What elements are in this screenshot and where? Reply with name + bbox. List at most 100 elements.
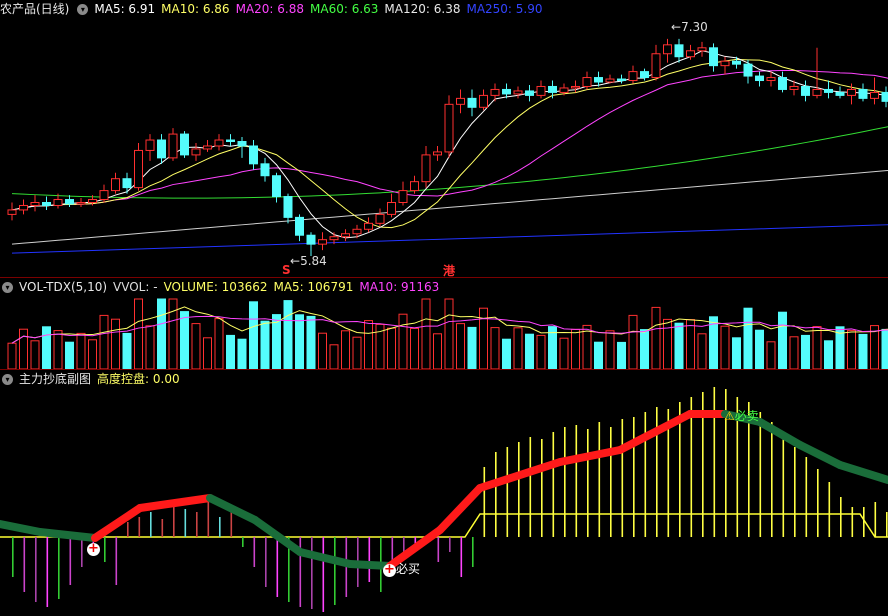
candle-body (743, 63, 753, 77)
price-panel[interactable]: 农产品(日线) ▾ MA5: 6.91 MA10: 6.86 MA20: 6.88 MA6… (0, 0, 888, 278)
histogram-line (311, 537, 313, 609)
histogram-line (621, 419, 624, 537)
volume-panel[interactable]: ▾ VOL-TDX(5,10) VVOL: - VOLUME: 103662 MA5: … (0, 278, 888, 370)
buy-signal-1: + (87, 541, 100, 556)
settings-circle-icon[interactable]: ▾ (2, 374, 13, 385)
volume-bar (237, 338, 247, 370)
candle-body (283, 196, 293, 218)
histogram-line (598, 422, 601, 537)
candle-body (778, 77, 787, 90)
histogram-line (115, 537, 118, 585)
histogram-line (334, 537, 336, 605)
histogram-line (817, 469, 819, 537)
histogram-line (587, 429, 589, 537)
candle-body (111, 178, 120, 192)
ma20-label: MA20: 6.88 (235, 2, 304, 16)
low-price-value: 5.84 (300, 254, 327, 268)
price-chart[interactable] (0, 0, 888, 278)
histogram-line (58, 537, 60, 599)
histogram-line (575, 425, 578, 537)
candle-body (732, 60, 741, 65)
volume-bar (628, 314, 638, 370)
volume-bar (525, 333, 534, 370)
histogram-line (276, 537, 279, 597)
candle-body (329, 236, 339, 241)
volume-bar (214, 318, 224, 370)
candle-body (42, 202, 51, 206)
candle-body (272, 175, 281, 198)
volume-bar (53, 330, 63, 370)
candle-body (536, 85, 546, 96)
ma60-label: MA60: 6.63 (310, 2, 379, 16)
settings-circle-icon[interactable]: ▾ (2, 282, 13, 293)
volume-bar (801, 334, 810, 370)
candle-body (870, 91, 879, 99)
volume-bar (329, 344, 339, 370)
volume-bar (697, 333, 707, 370)
candle-body (571, 85, 580, 89)
histogram-line (104, 537, 106, 562)
candle-body (548, 85, 557, 93)
histogram-line (184, 509, 187, 537)
volume-bar (605, 330, 615, 370)
volume-bar (30, 340, 40, 370)
candle-body (237, 141, 247, 147)
candle-body (168, 133, 178, 159)
histogram-line (506, 447, 509, 537)
volume-bar (352, 336, 362, 370)
ma10-label: MA10: 6.86 (161, 2, 230, 16)
candle-body (387, 202, 396, 215)
histogram-line (368, 537, 371, 582)
histogram-line (782, 432, 785, 537)
histogram-line (759, 412, 762, 537)
histogram-line (138, 517, 141, 537)
sell-signal-icon: ⚠ (724, 409, 735, 423)
volume-bar (789, 336, 799, 370)
histogram-line (207, 502, 210, 537)
volume-bar (249, 301, 258, 370)
histogram-line (886, 512, 888, 537)
histogram-line (805, 457, 808, 537)
histogram-line (253, 537, 256, 567)
volume-bar (295, 314, 304, 370)
histogram-line (23, 537, 26, 592)
candle-body (191, 148, 201, 156)
histogram-line (322, 537, 325, 612)
volume-bar (318, 332, 327, 370)
candle-body (214, 139, 224, 147)
volume-bar (111, 318, 120, 370)
histogram-line (610, 427, 612, 537)
candle-body (594, 77, 603, 83)
volume-panel-header: ▾ VOL-TDX(5,10) VVOL: - VOLUME: 103662 MA5: … (0, 278, 445, 296)
volume-bar (582, 324, 592, 370)
histogram-line (794, 447, 796, 537)
candle-body (605, 78, 615, 83)
indicator-title: 主力抄底副图 (19, 372, 92, 386)
candle-body (824, 88, 833, 93)
price-panel-header: 农产品(日线) ▾ MA5: 6.91 MA10: 6.86 MA20: 6.88 MA6… (0, 0, 549, 18)
candle-body (697, 47, 707, 52)
volume-bar (755, 329, 764, 370)
ma120-line (11, 169, 888, 245)
candle-body (582, 77, 592, 87)
settings-circle-icon[interactable]: ▾ (77, 4, 89, 15)
volume-bar (433, 333, 442, 370)
volume-bar (881, 328, 888, 370)
volume-bar (180, 311, 189, 370)
histogram-line (713, 387, 716, 537)
volume-bar (42, 326, 51, 370)
candle-body (76, 202, 86, 205)
volume-bar (364, 320, 373, 370)
histogram-line (437, 537, 440, 562)
volume-bar (306, 315, 316, 370)
sell-signal-label: 必卖 (734, 409, 759, 423)
indicator-panel[interactable]: ▾ 主力抄底副图 高度控盘: 0.00 + +必买 ⚠必卖 (0, 370, 888, 616)
candle-body (352, 228, 362, 235)
buy-signal-2: +必买 (383, 560, 420, 577)
candle-body (30, 202, 40, 206)
histogram-line (196, 512, 198, 537)
volume-bar (594, 341, 603, 370)
candle-body (801, 85, 810, 96)
vol-title: VOL-TDX(5,10) (19, 280, 108, 294)
ma120-label: MA120: 6.38 (384, 2, 461, 16)
